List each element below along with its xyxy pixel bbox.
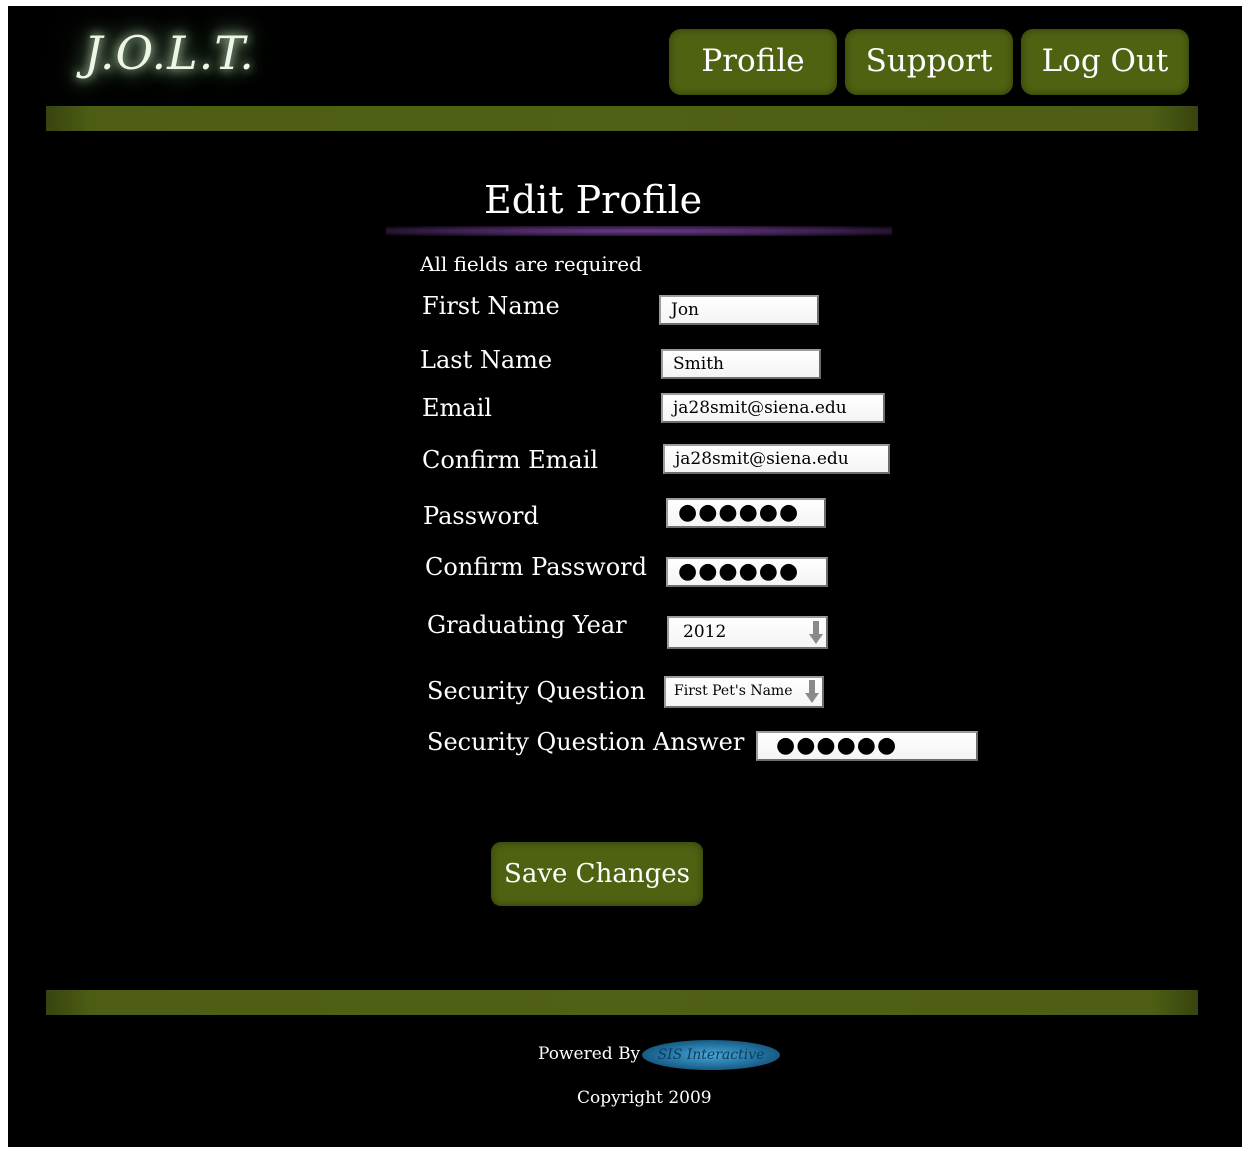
powered-by-text: Powered By xyxy=(538,1044,641,1064)
email-label: Email xyxy=(422,394,492,422)
title-underline xyxy=(386,226,892,236)
password-field[interactable]: ●●●●●● xyxy=(666,498,826,528)
confirm-password-label: Confirm Password xyxy=(425,553,647,581)
sis-interactive-logo[interactable]: SIS Interactive xyxy=(642,1040,780,1070)
security-question-select[interactable]: First Pet's Name xyxy=(664,676,824,708)
save-changes-button[interactable]: Save Changes xyxy=(491,842,703,906)
required-note: All fields are required xyxy=(420,252,642,276)
first-name-label: First Name xyxy=(422,292,560,320)
security-answer-label: Security Question Answer xyxy=(427,728,745,756)
page-title: Edit Profile xyxy=(484,178,703,222)
footer-divider-bar xyxy=(46,990,1198,1015)
first-name-field[interactable]: Jon xyxy=(659,295,819,325)
header-divider-bar xyxy=(46,106,1198,131)
last-name-field[interactable]: Smith xyxy=(661,349,821,379)
password-label: Password xyxy=(423,502,539,530)
last-name-label: Last Name xyxy=(420,346,553,374)
confirm-email-label: Confirm Email xyxy=(422,446,599,474)
arrow-down-icon xyxy=(809,621,823,644)
email-field[interactable]: ja28smit@siena.edu xyxy=(661,393,885,423)
nav-support-button[interactable]: Support xyxy=(845,29,1013,95)
nav-profile-button[interactable]: Profile xyxy=(669,29,837,95)
graduating-year-label: Graduating Year xyxy=(427,611,627,639)
graduating-year-select[interactable]: 2012 xyxy=(667,616,828,649)
graduating-year-value: 2012 xyxy=(683,622,727,642)
confirm-password-field[interactable]: ●●●●●● xyxy=(666,557,828,587)
confirm-email-field[interactable]: ja28smit@siena.edu xyxy=(663,444,890,474)
copyright-text: Copyright 2009 xyxy=(577,1088,712,1108)
jolt-logo[interactable]: J.O.L.T. xyxy=(84,26,255,80)
arrow-down-icon xyxy=(805,680,819,703)
security-answer-field[interactable]: ●●●●●● xyxy=(756,731,978,761)
nav-logout-button[interactable]: Log Out xyxy=(1021,29,1189,95)
security-question-label: Security Question xyxy=(427,677,646,705)
security-question-value: First Pet's Name xyxy=(674,683,793,699)
